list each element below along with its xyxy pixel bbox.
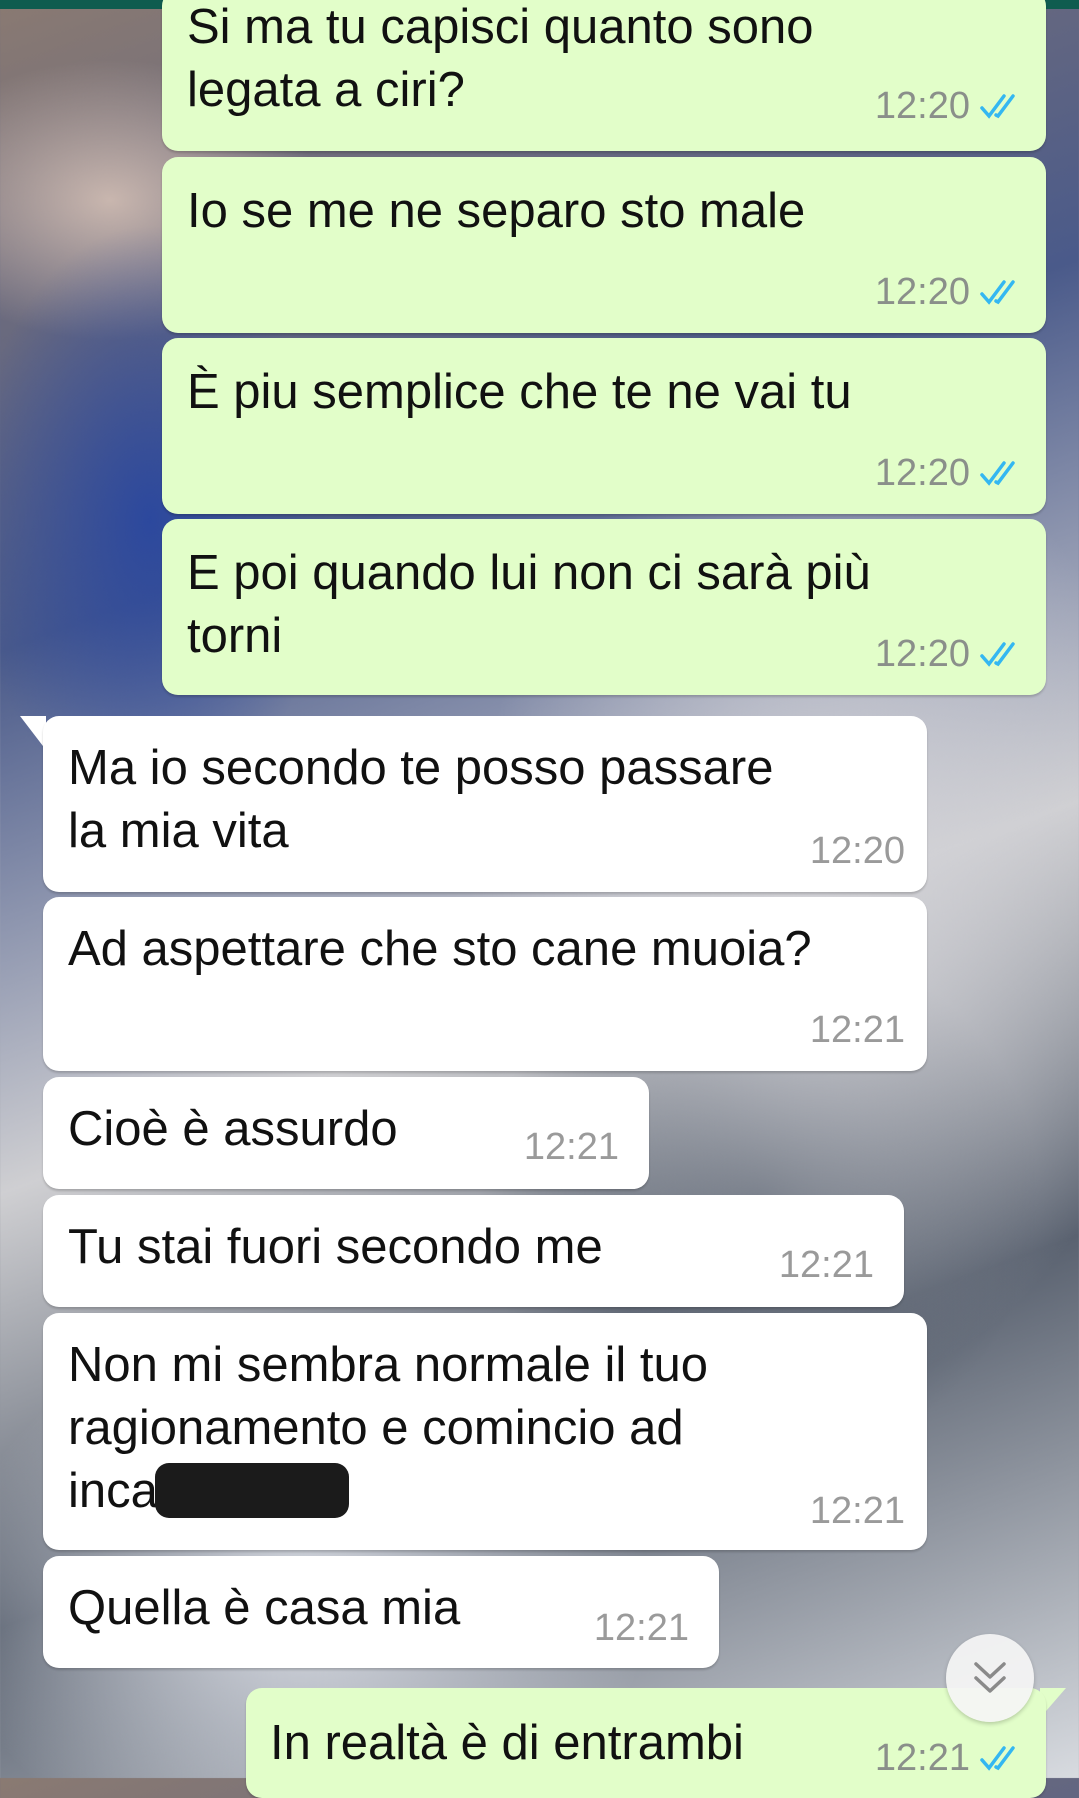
double-check-icon (980, 94, 1015, 119)
message-time: 12:20 (874, 633, 970, 675)
message-bubble-incoming[interactable]: Quella è casa mia 12:21 (43, 1556, 719, 1668)
message-text: Ma io secondo te posso passare la mia vi… (68, 741, 774, 858)
message-text: Ad aspettare che sto cane muoia? (68, 922, 812, 976)
message-bubble-outgoing[interactable]: Io se me ne separo sto male 12:20 (162, 157, 1046, 333)
redaction-block (155, 1463, 349, 1518)
double-check-icon (980, 280, 1015, 305)
message-text: Quella è casa mia (68, 1581, 461, 1635)
message-bubble-incoming[interactable]: Tu stai fuori secondo me 12:21 (43, 1195, 904, 1307)
message-bubble-incoming[interactable]: Cioè è assurdo 12:21 (43, 1077, 649, 1189)
message-time: 12:21 (523, 1126, 619, 1168)
chat-thread[interactable]: Si ma tu capisci quanto sono legata a ci… (0, 0, 1079, 1798)
message-time: 12:21 (593, 1607, 689, 1649)
message-text: In realtà è di entrambi (270, 1716, 744, 1770)
double-check-icon (980, 642, 1015, 667)
message-text: Io se me ne separo sto male (187, 184, 806, 238)
chevron-double-down-icon (974, 1662, 1006, 1693)
message-time: 12:20 (874, 271, 970, 313)
double-check-icon (980, 461, 1015, 486)
message-text: È piu semplice che te ne vai tu (187, 365, 852, 419)
message-time: 12:21 (809, 1490, 905, 1532)
message-text: Si ma tu capisci quanto sono legata a ci… (187, 0, 814, 117)
double-check-icon (980, 1746, 1015, 1771)
message-bubble-outgoing[interactable]: È piu semplice che te ne vai tu 12:20 (162, 338, 1046, 514)
message-bubble-incoming[interactable]: Ma io secondo te posso passare la mia vi… (43, 716, 927, 892)
message-text: Cioè è assurdo (68, 1102, 398, 1156)
message-bubble-outgoing[interactable]: Si ma tu capisci quanto sono legata a ci… (162, 0, 1046, 151)
message-time: 12:21 (874, 1737, 970, 1779)
message-bubble-incoming[interactable]: Ad aspettare che sto cane muoia? 12:21 (43, 897, 927, 1071)
message-time: 12:20 (809, 830, 905, 872)
message-time: 12:20 (874, 452, 970, 494)
scroll-to-bottom-button[interactable] (946, 1634, 1034, 1722)
message-text: E poi quando lui non ci sarà più torni (187, 546, 871, 663)
message-bubble-outgoing[interactable]: In realtà è di entrambi 12:21 (246, 1688, 1046, 1798)
message-time: 12:21 (778, 1244, 874, 1286)
message-time: 12:20 (874, 85, 970, 127)
message-text: Tu stai fuori secondo me (68, 1220, 603, 1274)
message-time: 12:21 (809, 1009, 905, 1051)
message-bubble-outgoing[interactable]: E poi quando lui non ci sarà più torni 1… (162, 519, 1046, 695)
